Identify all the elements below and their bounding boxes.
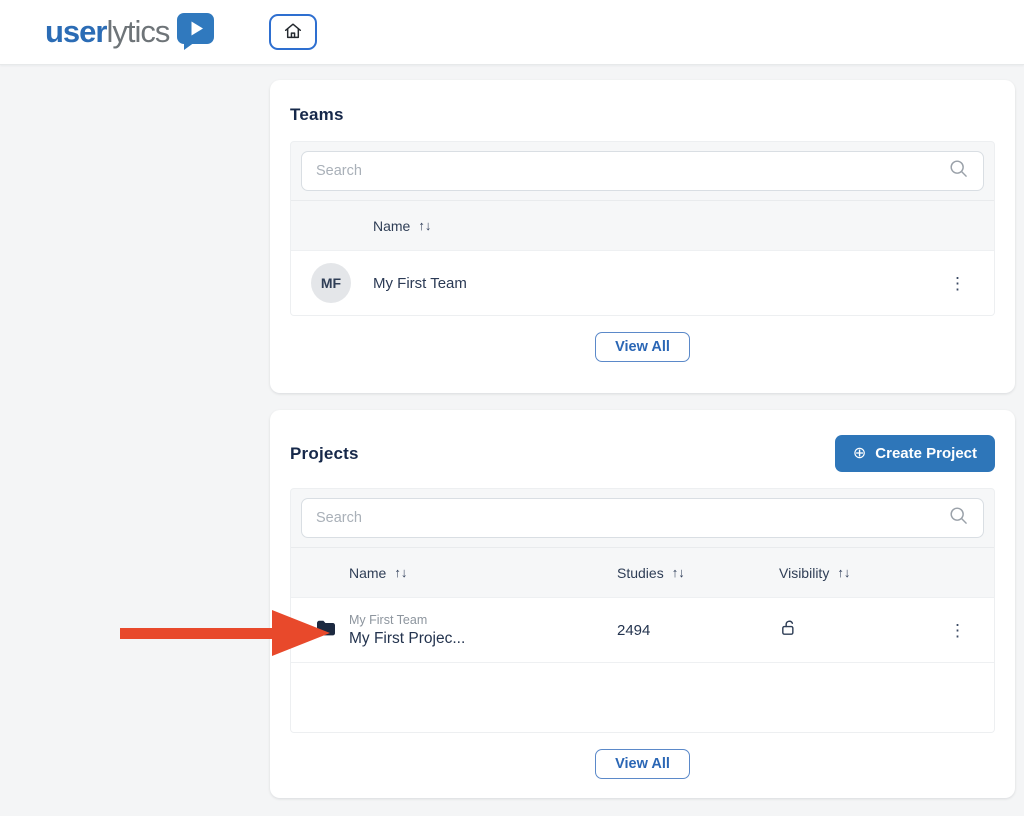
userlytics-logo[interactable]: userlytics xyxy=(45,10,216,55)
teams-title: Teams xyxy=(290,105,344,125)
teams-table: Name ↑↓ MF My First Team ⋮ xyxy=(290,141,995,316)
annotation-arrow-head xyxy=(272,610,330,656)
projects-column-header-visibility[interactable]: Visibility ↑↓ xyxy=(779,565,850,581)
sort-icon[interactable]: ↑↓ xyxy=(672,565,685,580)
search-icon xyxy=(949,506,968,530)
plus-circle-icon: ⊕ xyxy=(853,446,866,462)
team-row[interactable]: MF My First Team ⋮ xyxy=(291,250,994,315)
search-icon xyxy=(949,159,968,183)
logo-text-light: lytics xyxy=(106,14,169,50)
sort-icon[interactable]: ↑↓ xyxy=(418,218,431,233)
column-label: Name xyxy=(373,218,410,234)
teams-column-header-name[interactable]: Name ↑↓ xyxy=(373,218,431,234)
projects-card: Projects ⊕ Create Project Name ↑↓ Studie… xyxy=(270,410,1015,798)
top-navigation-bar: userlytics xyxy=(0,0,1024,65)
team-avatar: MF xyxy=(311,263,351,303)
teams-card: Teams Name ↑↓ MF My First Team ⋮ View Al… xyxy=(270,80,1015,393)
project-row[interactable]: My First Team My First Projec... 2494 ⋮ xyxy=(291,597,994,662)
teams-search-input[interactable] xyxy=(301,151,984,191)
teams-table-header: Name ↑↓ xyxy=(291,200,994,250)
unlock-icon xyxy=(779,617,800,643)
create-project-label: Create Project xyxy=(875,445,977,462)
sort-icon[interactable]: ↑↓ xyxy=(394,565,407,580)
projects-title: Projects xyxy=(290,444,359,464)
projects-table: Name ↑↓ Studies ↑↓ Visibility ↑↓ xyxy=(290,488,995,733)
project-name-block: My First Team My First Projec... xyxy=(349,613,617,648)
projects-column-header-studies[interactable]: Studies ↑↓ xyxy=(617,565,779,581)
project-name: My First Projec... xyxy=(349,630,617,648)
home-button[interactable] xyxy=(269,14,317,50)
projects-table-empty-area xyxy=(291,662,994,732)
projects-search-input[interactable] xyxy=(301,498,984,538)
logo-text-bold: user xyxy=(45,14,106,50)
speech-bubble-play-icon xyxy=(176,12,216,55)
projects-table-header: Name ↑↓ Studies ↑↓ Visibility ↑↓ xyxy=(291,547,994,597)
create-project-button[interactable]: ⊕ Create Project xyxy=(835,435,995,472)
column-label: Visibility xyxy=(779,565,829,581)
project-studies-count: 2494 xyxy=(617,622,779,639)
sort-icon[interactable]: ↑↓ xyxy=(837,565,850,580)
column-label: Name xyxy=(349,565,386,581)
teams-view-all-button[interactable]: View All xyxy=(595,332,690,362)
team-row-menu-icon[interactable]: ⋮ xyxy=(943,271,972,296)
column-label: Studies xyxy=(617,565,664,581)
project-row-menu-icon[interactable]: ⋮ xyxy=(943,618,972,643)
project-team-label: My First Team xyxy=(349,613,617,627)
projects-column-header-name[interactable]: Name ↑↓ xyxy=(349,565,617,581)
team-name: My First Team xyxy=(373,275,467,292)
annotation-arrow-shaft xyxy=(120,628,273,639)
home-icon xyxy=(282,20,304,45)
projects-view-all-button[interactable]: View All xyxy=(595,749,690,779)
